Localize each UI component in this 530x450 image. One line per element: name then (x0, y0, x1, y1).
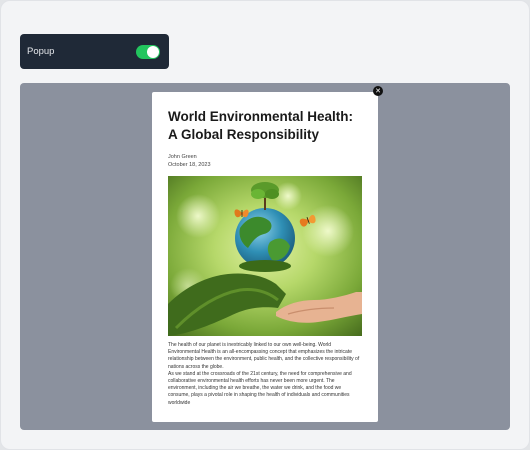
popup-toggle-bar: Popup (20, 34, 169, 69)
popup-toggle-switch[interactable] (136, 44, 160, 59)
article-title: World Environmental Health: A Global Res… (168, 109, 354, 142)
toggle-knob (147, 45, 159, 58)
article-meta: John Green October 18, 2023 (168, 153, 362, 169)
hero-image (168, 176, 362, 336)
article-paragraph: The health of our planet is inextricably… (168, 342, 360, 370)
close-icon[interactable]: ✕ (373, 86, 383, 96)
article-date: October 18, 2023 (168, 162, 211, 168)
article-body: The health of our planet is inextricably… (168, 342, 362, 407)
article-popup: World Environmental Health: A Global Res… (152, 92, 378, 422)
popup-toggle-label: Popup (27, 46, 55, 57)
article-paragraph: As we stand at the crossroads of the 21s… (168, 370, 352, 406)
article-author: John Green (168, 154, 197, 160)
